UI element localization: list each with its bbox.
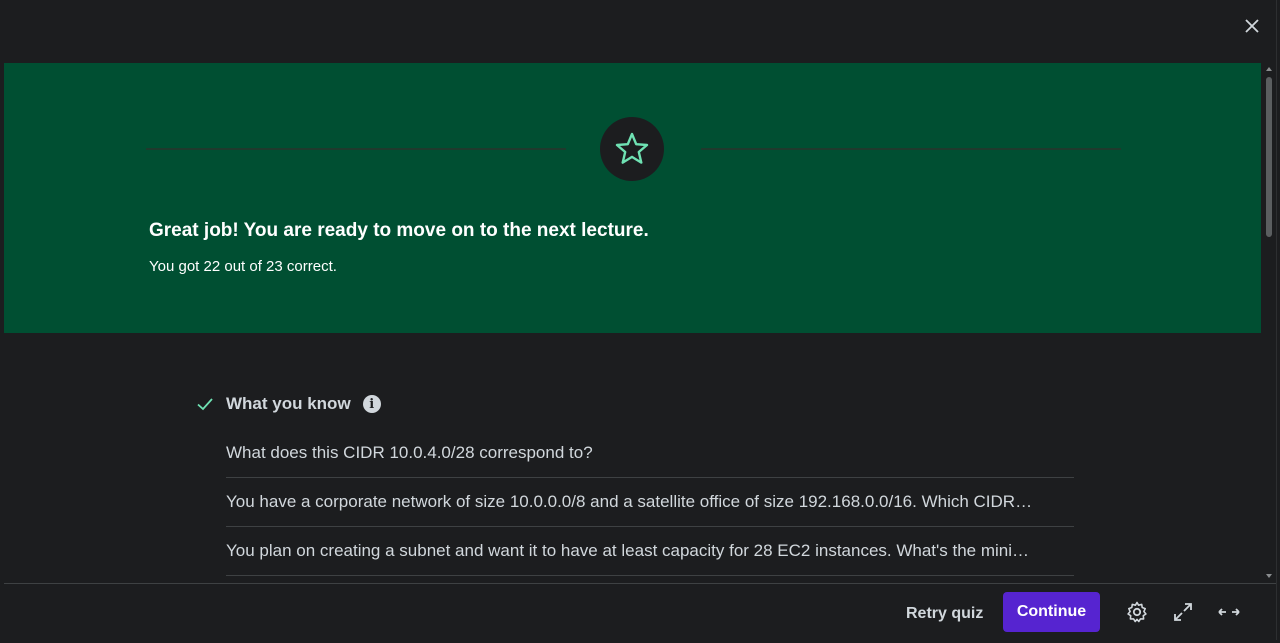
result-score: You got 22 out of 23 correct. bbox=[149, 258, 337, 275]
close-button[interactable] bbox=[1242, 16, 1262, 36]
divider-right bbox=[701, 148, 1121, 150]
fullscreen-button[interactable] bbox=[1171, 600, 1195, 624]
question-item[interactable]: You have a corporate network of size 10.… bbox=[226, 478, 1074, 527]
info-icon[interactable]: i bbox=[362, 395, 381, 413]
wide-view-icon[interactable] bbox=[1217, 600, 1241, 624]
question-text: What does this CIDR 10.0.4.0/28 correspo… bbox=[226, 443, 593, 462]
star-badge bbox=[600, 117, 664, 181]
retry-quiz-button[interactable]: Retry quiz bbox=[902, 596, 987, 632]
quiz-footer: Retry quiz Continue bbox=[4, 583, 1276, 640]
section-title: What you know bbox=[226, 394, 351, 413]
close-icon[interactable] bbox=[1242, 16, 1262, 36]
question-list: What does this CIDR 10.0.4.0/28 correspo… bbox=[226, 429, 1074, 576]
star-icon bbox=[615, 132, 649, 164]
question-text: You plan on creating a subnet and want i… bbox=[226, 541, 1030, 560]
scrollbar[interactable] bbox=[1262, 63, 1276, 583]
result-banner: Great job! You are ready to move on to t… bbox=[4, 63, 1261, 333]
question-text: You have a corporate network of size 10.… bbox=[226, 492, 1033, 511]
question-item[interactable]: You plan on creating a subnet and want i… bbox=[226, 527, 1074, 576]
scroll-thumb[interactable] bbox=[1266, 77, 1272, 237]
expand-icon[interactable] bbox=[1171, 600, 1195, 624]
settings-button[interactable] bbox=[1125, 600, 1149, 624]
settings-icon[interactable] bbox=[1125, 600, 1149, 624]
scroll-up-icon[interactable] bbox=[1265, 65, 1273, 73]
what-you-know-header: What you know i bbox=[196, 394, 381, 414]
continue-button[interactable]: Continue bbox=[1003, 592, 1100, 632]
what-you-know-section: What you know i What does this CIDR 10.0… bbox=[0, 333, 1261, 583]
scroll-down-icon[interactable] bbox=[1265, 572, 1273, 580]
divider-left bbox=[146, 148, 566, 150]
result-title: Great job! You are ready to move on to t… bbox=[149, 220, 649, 241]
wide-view-button[interactable] bbox=[1217, 600, 1241, 624]
check-icon bbox=[197, 398, 213, 411]
question-item[interactable]: What does this CIDR 10.0.4.0/28 correspo… bbox=[226, 429, 1074, 478]
